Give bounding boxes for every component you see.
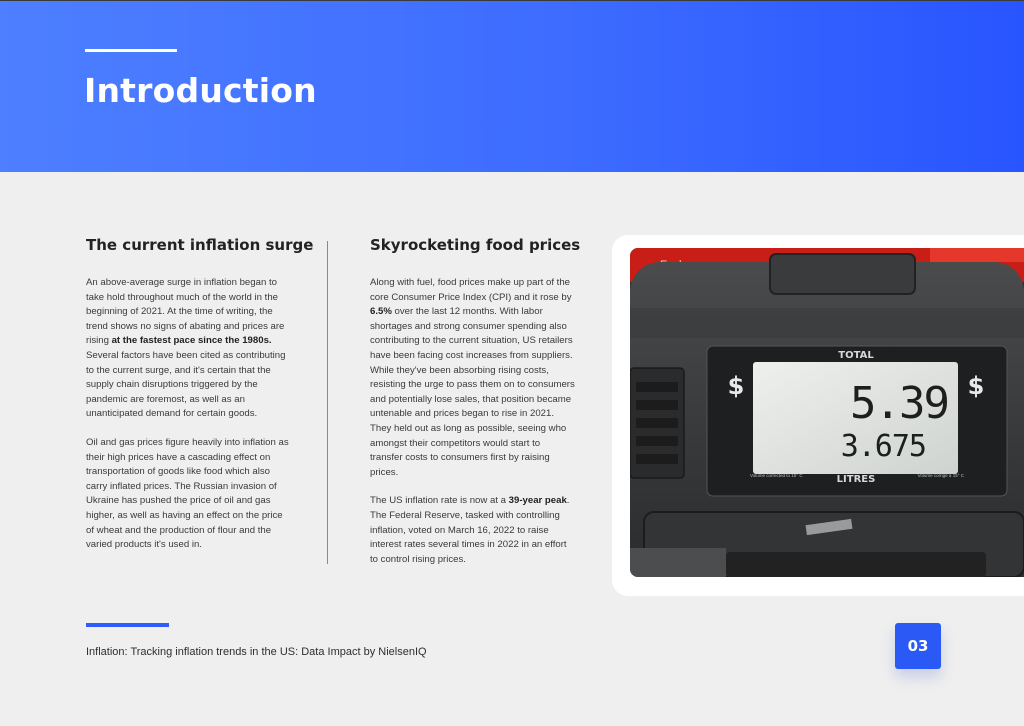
currency-right: $ [968,372,985,400]
volume-readout: 3.675 [841,429,926,464]
right-paragraph-2: The US inflation rate is now at a 39-yea… [370,494,575,567]
column-divider [327,241,328,564]
left-p1-text-c: Several factors have been cited as contr… [86,349,286,420]
page-number-badge: 03 [895,623,941,669]
right-paragraph-1: Along with fuel, food prices make up par… [370,276,575,480]
left-paragraph-1: An above-average surge in inflation bega… [86,276,291,422]
right-p1-text-c: over the last 12 months. With labor shor… [370,306,575,478]
total-label: TOTAL [838,350,874,361]
left-column-heading: The current inflation surge [86,236,314,254]
fuel-pump-photo: Each TOTAL $ $ 5.39 3.675 LITRES Volume … [630,248,1024,577]
right-p2-emphasis: 39-year peak [508,495,567,507]
right-p1-emphasis: 6.5% [370,306,392,318]
right-p2-text-a: The US inflation rate is now at a [370,495,509,507]
right-column: Skyrocketing food prices Along with fuel… [370,236,581,581]
currency-left: $ [728,372,745,400]
left-column: The current inflation surge An above-ave… [86,236,314,567]
header-accent-rule [85,49,177,52]
page-title: Introduction [84,71,317,110]
left-p1-emphasis: at the fastest pace since the 1980s. [111,335,272,347]
right-column-heading: Skyrocketing food prices [370,236,581,254]
footer-accent-rule [86,623,169,627]
volume-note-left: Volume corrected to 15° C [750,473,803,478]
footer-caption: Inflation: Tracking inflation trends in … [86,646,427,658]
header-banner: Introduction [0,0,1024,172]
right-p1-text-a: Along with fuel, food prices make up par… [370,277,572,303]
volume-note-right: Volume corrigé à 15° C [918,473,965,478]
left-paragraph-2: Oil and gas prices figure heavily into i… [86,436,289,551]
price-readout: 5.39 [850,378,948,429]
litres-label: LITRES [837,474,876,485]
